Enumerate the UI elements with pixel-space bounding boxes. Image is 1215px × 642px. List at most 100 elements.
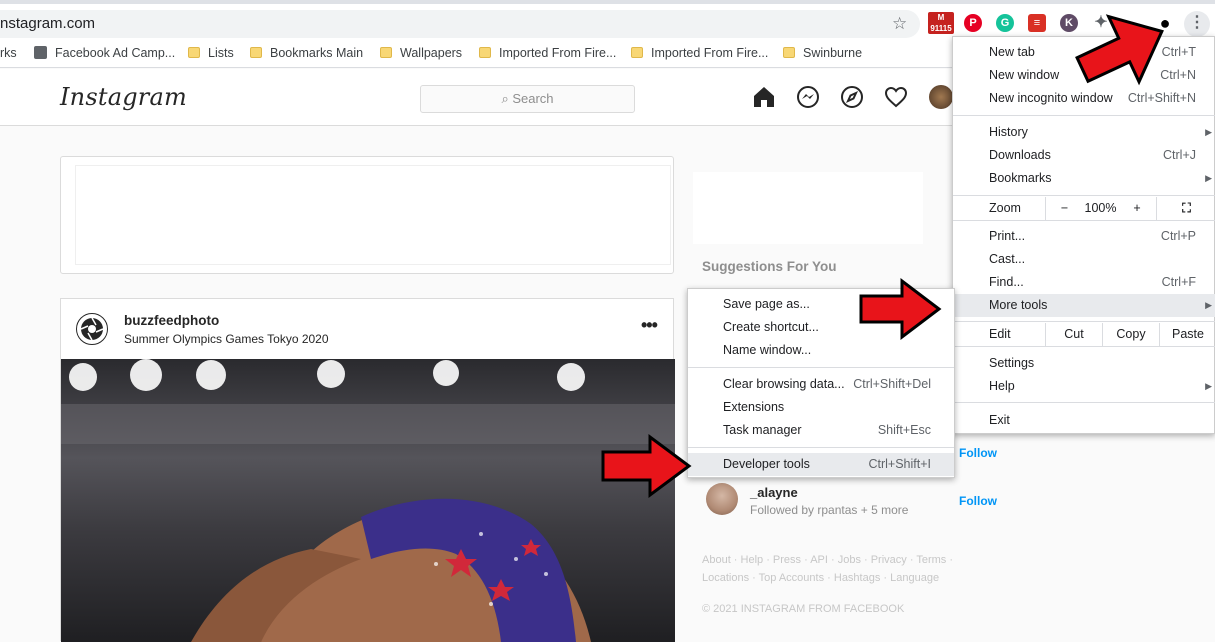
follow-button[interactable]: Follow (959, 494, 997, 508)
post-username[interactable]: buzzfeedphoto (124, 313, 219, 328)
menu-item-downloads[interactable]: Downloads Ctrl+J (953, 144, 1215, 167)
bookmark-folder[interactable]: Lists (188, 46, 234, 60)
url-text[interactable]: nstagram.com (0, 15, 95, 32)
profile-card (693, 172, 923, 244)
menu-label: More tools (989, 298, 1048, 312)
bookmark-label: Imported From Fire... (499, 46, 617, 60)
suggestion-username[interactable]: _alayne (750, 485, 798, 500)
zoom-level: 100% (1084, 201, 1117, 215)
bookmark-folder[interactable]: Wallpapers (380, 46, 462, 60)
menu-label: Create shortcut... (723, 320, 819, 334)
submenu-item-developer-tools[interactable]: Developer tools Ctrl+Shift+I (688, 453, 954, 476)
messenger-icon[interactable] (796, 85, 820, 109)
pinterest-extension-icon[interactable]: P (964, 14, 982, 32)
menu-divider (688, 447, 954, 448)
red-extension-icon[interactable]: ≡ (1028, 14, 1046, 32)
menu-item-new-incognito[interactable]: New incognito window Ctrl+Shift+N (953, 87, 1215, 110)
menu-item-print[interactable]: Print... Ctrl+P (953, 225, 1215, 248)
bookmark-folder[interactable]: Imported From Fire... (631, 46, 768, 60)
menu-divider (953, 220, 1215, 221)
menu-label: New tab (989, 45, 1035, 59)
menu-label: Developer tools (723, 457, 810, 471)
menu-label: Exit (989, 413, 1010, 427)
suggestion-avatar[interactable] (706, 483, 738, 515)
menu-label: Edit (989, 327, 1011, 341)
footer-links[interactable]: About · Help · Press · API · Jobs · Priv… (702, 551, 1002, 587)
post-avatar[interactable] (76, 313, 108, 345)
post-location[interactable]: Summer Olympics Games Tokyo 2020 (124, 332, 329, 346)
zoom-in-button[interactable]: + (1118, 197, 1156, 220)
zoom-out-button[interactable]: − (1045, 197, 1083, 220)
menu-item-help[interactable]: Help ▶ (953, 375, 1215, 398)
search-placeholder: Search (512, 91, 554, 106)
bookmark-item[interactable]: rks (0, 46, 17, 60)
menu-item-find[interactable]: Find... Ctrl+F (953, 271, 1215, 294)
bookmark-folder[interactable]: Swinburne (783, 46, 862, 60)
home-icon[interactable] (752, 85, 776, 109)
menu-label: Task manager (723, 423, 802, 437)
gmail-badge: 91115 (930, 24, 952, 33)
post-image[interactable] (61, 359, 675, 642)
submenu-item-name-window[interactable]: Name window... (688, 339, 954, 362)
post-options-button[interactable]: ••• (641, 315, 658, 336)
menu-label: Cast... (989, 252, 1026, 266)
menu-shortcut: Ctrl+Shift+I (868, 457, 931, 471)
menu-shortcut: Ctrl+F (1161, 275, 1196, 289)
copy-button[interactable]: Copy (1102, 323, 1159, 346)
folder-icon (783, 47, 795, 58)
menu-label: Name window... (723, 343, 812, 357)
menu-label: Bookmarks (989, 171, 1052, 185)
submenu-item-extensions[interactable]: Extensions (688, 396, 954, 419)
bookmark-item[interactable]: Facebook Ad Camp... (34, 46, 175, 60)
fullscreen-icon[interactable]: ⛶ (1156, 197, 1215, 220)
bookmark-label: Imported From Fire... (651, 46, 769, 60)
page-icon (34, 46, 47, 59)
menu-item-cast[interactable]: Cast... (953, 248, 1215, 271)
suggestions-title: Suggestions For You (702, 259, 837, 274)
grammarly-extension-icon[interactable]: G (996, 14, 1014, 32)
menu-label: Print... (989, 229, 1026, 243)
feed-post: buzzfeedphoto Summer Olympics Games Toky… (60, 298, 675, 642)
stories-tray (60, 156, 674, 274)
follow-button[interactable]: Follow (959, 446, 997, 460)
chrome-menu-button[interactable]: ⋮ (1184, 11, 1210, 37)
menu-divider (953, 115, 1215, 116)
menu-item-bookmarks[interactable]: Bookmarks ▶ (953, 167, 1215, 190)
bookmark-label: Lists (208, 46, 234, 60)
bookmark-label: Bookmarks Main (270, 46, 364, 60)
omnibox[interactable]: nstagram.com (0, 10, 920, 38)
profile-avatar[interactable] (929, 85, 953, 109)
folder-icon (479, 47, 491, 58)
instagram-logo[interactable]: Instagram (60, 83, 187, 111)
stories-placeholder (75, 165, 671, 265)
activity-heart-icon[interactable] (884, 85, 908, 109)
search-input[interactable]: ⌕ Search (420, 85, 635, 113)
menu-label: Extensions (723, 400, 785, 414)
menu-item-more-tools[interactable]: More tools ▶ (953, 294, 1215, 317)
browser-toolbar: nstagram.com ☆ M 91115 P G ≡ K ✦ ● ⋮ (0, 0, 1215, 40)
bookmark-star-icon[interactable]: ☆ (892, 14, 907, 34)
menu-item-history[interactable]: History ▶ (953, 121, 1215, 144)
chrome-main-menu: New tab Ctrl+T New window Ctrl+N New incog… (952, 36, 1215, 434)
menu-divider (953, 321, 1215, 322)
submenu-item-task-manager[interactable]: Task manager Shift+Esc (688, 419, 954, 442)
menu-label: Clear browsing data... (723, 377, 845, 391)
menu-row-zoom: Zoom − 100% + ⛶ (953, 197, 1215, 220)
gmail-extension-icon[interactable]: M 91115 (928, 12, 954, 34)
red-arrow-icon (601, 434, 692, 498)
submenu-arrow-icon: ▶ (1205, 173, 1212, 183)
paste-button[interactable]: Paste (1159, 323, 1215, 346)
menu-item-exit[interactable]: Exit (953, 409, 1215, 432)
bookmark-label: Swinburne (803, 46, 863, 60)
submenu-arrow-icon: ▶ (1205, 300, 1212, 310)
bookmark-folder[interactable]: Bookmarks Main (250, 46, 363, 60)
bookmark-folder[interactable]: Imported From Fire... (479, 46, 616, 60)
menu-label: Zoom (989, 201, 1021, 215)
menu-item-settings[interactable]: Settings (953, 352, 1215, 375)
menu-divider (953, 402, 1215, 403)
submenu-arrow-icon: ▶ (1205, 127, 1212, 137)
cut-button[interactable]: Cut (1045, 323, 1102, 346)
gymnast-photo (61, 359, 675, 642)
explore-compass-icon[interactable] (840, 85, 864, 109)
submenu-item-clear-browsing-data[interactable]: Clear browsing data... Ctrl+Shift+Del (688, 373, 954, 396)
